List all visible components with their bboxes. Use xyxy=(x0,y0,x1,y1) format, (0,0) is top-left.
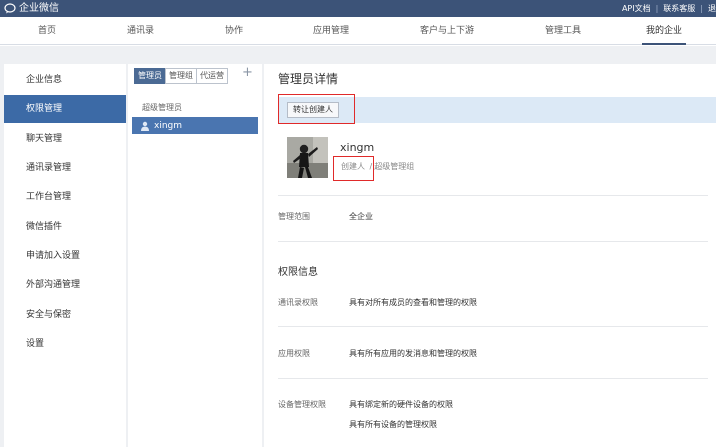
permission-value: 具有所有应用的发消息和管理的权限 xyxy=(349,349,477,358)
nav-app-management[interactable]: 应用管理 xyxy=(313,17,349,45)
permission-value: 具有所有设备的管理权限 xyxy=(349,420,437,429)
permission-label: 应用权限 xyxy=(278,349,310,358)
avatar-photo xyxy=(287,137,328,178)
divider xyxy=(278,241,708,242)
add-icon[interactable]: + xyxy=(242,66,253,80)
divider xyxy=(278,195,708,196)
main-area: 企业信息 权限管理 聊天管理 通讯录管理 工作台管理 微信插件 申请加入设置 外… xyxy=(0,46,716,447)
scope-label: 管理范围 xyxy=(278,212,310,221)
sidebar-item-external-communication[interactable]: 外部沟通管理 xyxy=(4,271,126,299)
brand-name: 企业微信 xyxy=(19,3,59,14)
admin-list-item-name: xingm xyxy=(154,120,183,131)
user-icon xyxy=(141,121,149,131)
nav-contacts[interactable]: 通讯录 xyxy=(127,17,154,45)
nav-collaboration[interactable]: 协作 xyxy=(225,17,243,45)
sidebar-item-enterprise-info[interactable]: 企业信息 xyxy=(4,66,126,94)
top-links: API文档 | 联系客服 | 退 xyxy=(617,0,716,17)
logout-link[interactable]: 退 xyxy=(703,0,716,17)
permission-value: 具有绑定新的硬件设备的权限 xyxy=(349,400,453,409)
nav-management-tools[interactable]: 管理工具 xyxy=(545,17,581,45)
highlight-box xyxy=(278,94,355,124)
profile-name: xingm xyxy=(340,141,375,154)
permission-value: 具有对所有成员的查看和管理的权限 xyxy=(349,298,477,307)
admin-list-item[interactable]: xingm xyxy=(132,117,258,134)
sidebar-item-contacts-management[interactable]: 通讯录管理 xyxy=(4,154,126,182)
contact-support-link[interactable]: 联系客服 xyxy=(658,0,700,17)
super-admin-group-title: 超级管理员 xyxy=(142,103,182,112)
page-title: 管理员详情 xyxy=(278,72,339,86)
nav-my-enterprise[interactable]: 我的企业 xyxy=(642,17,687,45)
brand-logo[interactable]: 企业微信 xyxy=(4,2,59,15)
admin-tabs: 管理员 管理组 代运营 xyxy=(134,68,228,84)
nav-home[interactable]: 首页 xyxy=(38,17,56,45)
sidebar-item-wechat-plugin[interactable]: 微信插件 xyxy=(4,213,126,241)
tab-operators[interactable]: 代运营 xyxy=(196,68,228,84)
permission-label: 设备管理权限 xyxy=(278,400,326,409)
top-bar: 企业微信 API文档 | 联系客服 | 退 xyxy=(0,0,716,17)
permission-label: 通讯录权限 xyxy=(278,298,318,307)
chat-bubble-logo-icon xyxy=(4,3,16,14)
sidebar-item-chat-management[interactable]: 聊天管理 xyxy=(4,125,126,153)
admin-list-panel: 管理员 管理组 代运营 + 超级管理员 xingm xyxy=(128,64,262,447)
sidebar-item-workbench-management[interactable]: 工作台管理 xyxy=(4,183,126,211)
scope-value: 全企业 xyxy=(349,212,373,221)
sidebar-item-settings[interactable]: 设置 xyxy=(4,330,126,358)
sidebar-item-security[interactable]: 安全与保密 xyxy=(4,301,126,329)
nav-customers-partners[interactable]: 客户与上下游 xyxy=(420,17,474,45)
tab-admin-groups[interactable]: 管理组 xyxy=(165,68,197,84)
tab-admins[interactable]: 管理员 xyxy=(134,68,166,84)
divider xyxy=(278,326,708,327)
sidebar-item-join-settings[interactable]: 申请加入设置 xyxy=(4,242,126,270)
sidebar: 企业信息 权限管理 聊天管理 通讯录管理 工作台管理 微信插件 申请加入设置 外… xyxy=(4,64,126,447)
main-nav: 首页 通讯录 协作 应用管理 客户与上下游 管理工具 我的企业 xyxy=(0,17,716,45)
avatar xyxy=(287,137,328,178)
api-docs-link[interactable]: API文档 xyxy=(617,0,656,17)
highlight-box xyxy=(333,156,374,181)
permissions-title: 权限信息 xyxy=(278,267,318,278)
sidebar-item-permissions[interactable]: 权限管理 xyxy=(4,95,126,123)
role-super-admin-group: 超级管理组 xyxy=(374,162,415,171)
divider xyxy=(278,378,708,379)
